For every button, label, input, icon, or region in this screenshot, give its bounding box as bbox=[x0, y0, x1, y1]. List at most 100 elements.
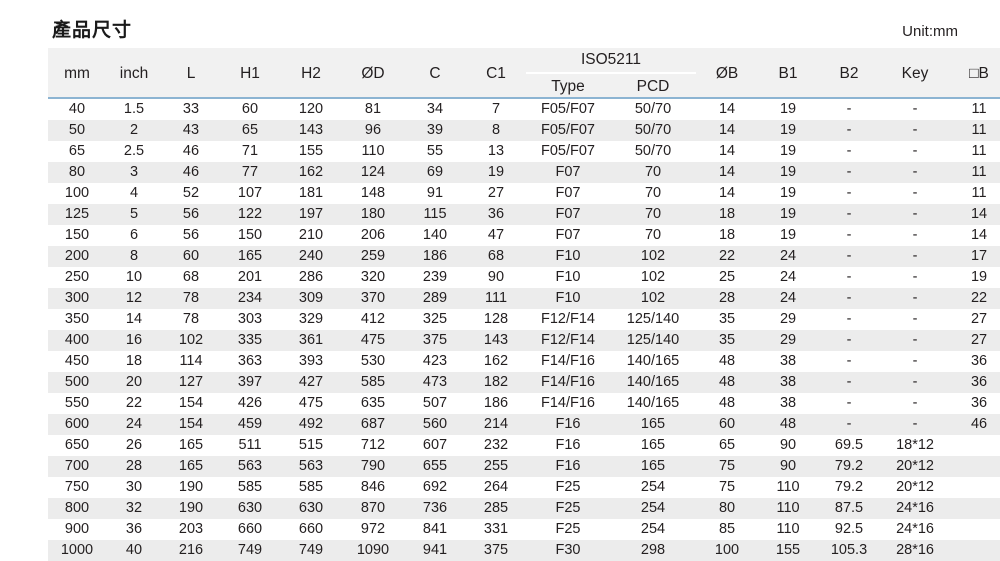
cell-l: 127 bbox=[162, 372, 220, 393]
cell-l: 56 bbox=[162, 225, 220, 246]
table-row: 500 20 127 397 427 585 473 182 F14/F16 140/165 48 3… bbox=[48, 372, 1000, 393]
cell-inch: 14 bbox=[106, 309, 162, 330]
cell-inch: 8 bbox=[106, 246, 162, 267]
cell-h1: 563 bbox=[220, 456, 280, 477]
cell-h1: 150 bbox=[220, 225, 280, 246]
cell-type: F25 bbox=[526, 477, 610, 498]
cell-b2: 79.2 bbox=[818, 477, 881, 498]
cell-inch: 10 bbox=[106, 267, 162, 288]
cell-inch: 26 bbox=[106, 435, 162, 456]
cell-b2: - bbox=[818, 120, 881, 141]
cell-type: F30 bbox=[526, 540, 610, 561]
cell-ob: 18 bbox=[696, 225, 759, 246]
cell-mm: 100 bbox=[48, 183, 106, 204]
cell-h1: 749 bbox=[220, 540, 280, 561]
cell-b1: 19 bbox=[758, 204, 819, 225]
cell-key: - bbox=[880, 99, 951, 120]
cell-c: 91 bbox=[404, 183, 466, 204]
cell-key: - bbox=[880, 141, 951, 162]
cell-mm: 50 bbox=[48, 120, 106, 141]
cell-type: F10 bbox=[526, 288, 610, 309]
cell-pcd: 254 bbox=[610, 519, 697, 540]
cell-h2: 286 bbox=[280, 267, 342, 288]
cell-mm: 65 bbox=[48, 141, 106, 162]
cell-ob: 35 bbox=[696, 309, 759, 330]
cell-b1: 38 bbox=[758, 351, 819, 372]
cell-b1: 19 bbox=[758, 183, 819, 204]
cell-mm: 350 bbox=[48, 309, 106, 330]
cell-od: 320 bbox=[342, 267, 404, 288]
cell-pcd: 125/140 bbox=[610, 309, 697, 330]
cell-l: 216 bbox=[162, 540, 220, 561]
cell-od: 180 bbox=[342, 204, 404, 225]
cell-key: - bbox=[880, 351, 951, 372]
cell-od: 870 bbox=[342, 498, 404, 519]
cell-h1: 630 bbox=[220, 498, 280, 519]
cell-l: 78 bbox=[162, 288, 220, 309]
cell-pcd: 102 bbox=[610, 246, 697, 267]
cell-h2: 427 bbox=[280, 372, 342, 393]
cell-l: 165 bbox=[162, 435, 220, 456]
cell-h1: 397 bbox=[220, 372, 280, 393]
cell-c1: 143 bbox=[466, 330, 526, 351]
cell-sqb: 11 bbox=[950, 162, 1000, 183]
cell-inch: 28 bbox=[106, 456, 162, 477]
cell-inch: 40 bbox=[106, 540, 162, 561]
col-header-iso5211-group: ISO5211 bbox=[526, 48, 697, 74]
cell-ob: 18 bbox=[696, 204, 759, 225]
cell-b2: 79.2 bbox=[818, 456, 881, 477]
cell-c: 186 bbox=[404, 246, 466, 267]
table-row: 900 36 203 660 660 972 841 331 F25 254 85 110 92.5 24… bbox=[48, 519, 1000, 540]
cell-pcd: 140/165 bbox=[610, 372, 697, 393]
table-row: 700 28 165 563 563 790 655 255 F16 165 75 90 79.2 20*… bbox=[48, 456, 1000, 477]
cell-h1: 107 bbox=[220, 183, 280, 204]
cell-inch: 16 bbox=[106, 330, 162, 351]
cell-c1: 36 bbox=[466, 204, 526, 225]
cell-inch: 36 bbox=[106, 519, 162, 540]
cell-pcd: 254 bbox=[610, 498, 697, 519]
cell-pcd: 50/70 bbox=[610, 120, 697, 141]
page-title: 產品尺寸 bbox=[52, 20, 133, 41]
cell-c1: 264 bbox=[466, 477, 526, 498]
cell-od: 687 bbox=[342, 414, 404, 435]
cell-c1: 19 bbox=[466, 162, 526, 183]
table-body: 401.5336012081347F05/F0750/701419--11250… bbox=[48, 99, 1000, 561]
col-header-h1: H1 bbox=[220, 48, 280, 99]
cell-c: 55 bbox=[404, 141, 466, 162]
cell-l: 60 bbox=[162, 246, 220, 267]
cell-ob: 28 bbox=[696, 288, 759, 309]
cell-c: 69 bbox=[404, 162, 466, 183]
cell-h1: 71 bbox=[220, 141, 280, 162]
cell-type: F05/F07 bbox=[526, 141, 610, 162]
table-header: mm inch L H1 H2 ØD C C1 ISO5211 ØB B1 B2… bbox=[48, 48, 1000, 99]
cell-mm: 125 bbox=[48, 204, 106, 225]
cell-l: 56 bbox=[162, 204, 220, 225]
cell-key: - bbox=[880, 120, 951, 141]
cell-h2: 475 bbox=[280, 393, 342, 414]
col-header-od: ØD bbox=[342, 48, 404, 99]
cell-sqb bbox=[950, 498, 1000, 519]
cell-type: F07 bbox=[526, 225, 610, 246]
cell-key: 24*16 bbox=[880, 498, 951, 519]
cell-type: F10 bbox=[526, 246, 610, 267]
table-row: 80346771621246919F07701419--114 bbox=[48, 162, 1000, 183]
cell-mm: 500 bbox=[48, 372, 106, 393]
cell-ob: 85 bbox=[696, 519, 759, 540]
cell-inch: 2 bbox=[106, 120, 162, 141]
cell-mm: 650 bbox=[48, 435, 106, 456]
cell-inch: 20 bbox=[106, 372, 162, 393]
cell-pcd: 165 bbox=[610, 414, 697, 435]
cell-l: 114 bbox=[162, 351, 220, 372]
cell-b1: 90 bbox=[758, 456, 819, 477]
cell-l: 190 bbox=[162, 498, 220, 519]
cell-h2: 585 bbox=[280, 477, 342, 498]
cell-b2: - bbox=[818, 393, 881, 414]
cell-mm: 400 bbox=[48, 330, 106, 351]
cell-od: 585 bbox=[342, 372, 404, 393]
table-row: 350 14 78 303 329 412 325 128 F12/F14 125/140 35 29… bbox=[48, 309, 1000, 330]
cell-b2: 87.5 bbox=[818, 498, 881, 519]
col-header-pcd: PCD bbox=[610, 73, 697, 99]
cell-sqb: 17 bbox=[950, 246, 1000, 267]
cell-ob: 14 bbox=[696, 183, 759, 204]
cell-key: - bbox=[880, 330, 951, 351]
